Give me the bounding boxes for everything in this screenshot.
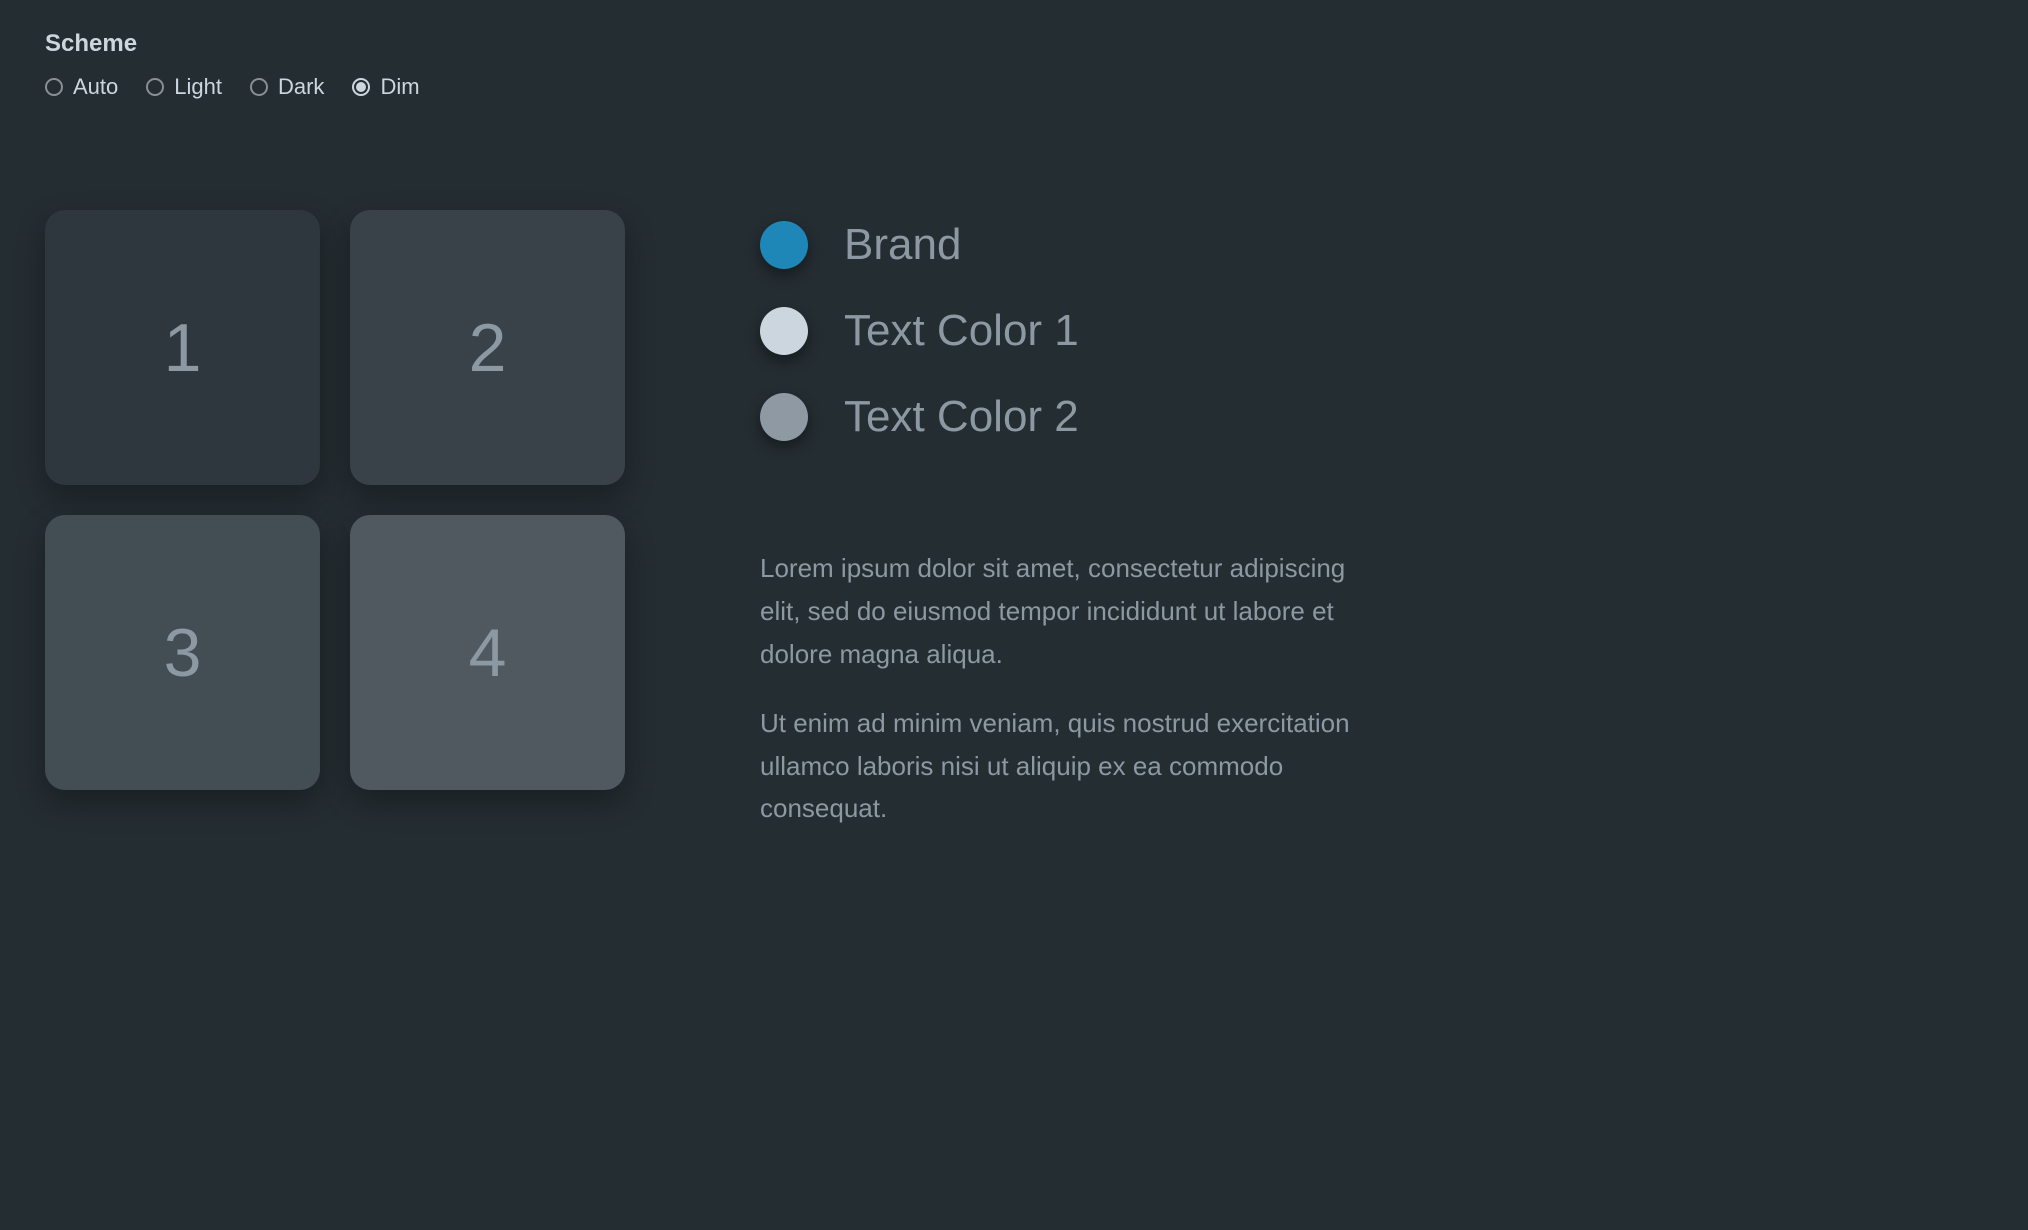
- radio-label: Dim: [380, 74, 419, 100]
- swatch-circle: [760, 393, 808, 441]
- radio-label: Dark: [278, 74, 324, 100]
- tile-label: 1: [164, 309, 202, 387]
- swatch-label: Text Color 1: [844, 306, 1079, 356]
- radio-icon: [146, 78, 164, 96]
- scheme-heading: Scheme: [45, 30, 1983, 58]
- radio-icon: [45, 78, 63, 96]
- color-swatch-list: Brand Text Color 1 Text Color 2: [760, 220, 1360, 442]
- sample-paragraph-1: Lorem ipsum dolor sit amet, consectetur …: [760, 547, 1360, 676]
- swatch-label: Text Color 2: [844, 392, 1079, 442]
- radio-icon: [250, 78, 268, 96]
- swatch-item-text-1: Text Color 1: [760, 306, 1360, 356]
- tile-label: 3: [164, 614, 202, 692]
- content-area: 1 2 3 4 Brand Text Color 1 Text Color 2: [45, 210, 1983, 856]
- elevation-tile-1: 1: [45, 210, 320, 485]
- swatch-circle: [760, 307, 808, 355]
- radio-label: Auto: [73, 74, 118, 100]
- scheme-option-auto[interactable]: Auto: [45, 74, 118, 100]
- swatch-item-brand: Brand: [760, 220, 1360, 270]
- sample-paragraph-2: Ut enim ad minim veniam, quis nostrud ex…: [760, 702, 1360, 831]
- elevation-tile-grid: 1 2 3 4: [45, 210, 625, 856]
- radio-label: Light: [174, 74, 222, 100]
- scheme-option-dim[interactable]: Dim: [352, 74, 419, 100]
- paragraph-section: Lorem ipsum dolor sit amet, consectetur …: [760, 547, 1360, 830]
- elevation-tile-2: 2: [350, 210, 625, 485]
- tile-label: 4: [469, 614, 507, 692]
- scheme-option-dark[interactable]: Dark: [250, 74, 324, 100]
- tile-label: 2: [469, 309, 507, 387]
- swatch-circle: [760, 221, 808, 269]
- elevation-tile-4: 4: [350, 515, 625, 790]
- scheme-option-light[interactable]: Light: [146, 74, 222, 100]
- scheme-section: Scheme Auto Light Dark Dim: [45, 30, 1983, 100]
- scheme-radio-group: Auto Light Dark Dim: [45, 74, 1983, 100]
- right-panel: Brand Text Color 1 Text Color 2 Lorem ip…: [760, 210, 1360, 856]
- radio-icon-selected: [352, 78, 370, 96]
- swatch-item-text-2: Text Color 2: [760, 392, 1360, 442]
- elevation-tile-3: 3: [45, 515, 320, 790]
- swatch-label: Brand: [844, 220, 961, 270]
